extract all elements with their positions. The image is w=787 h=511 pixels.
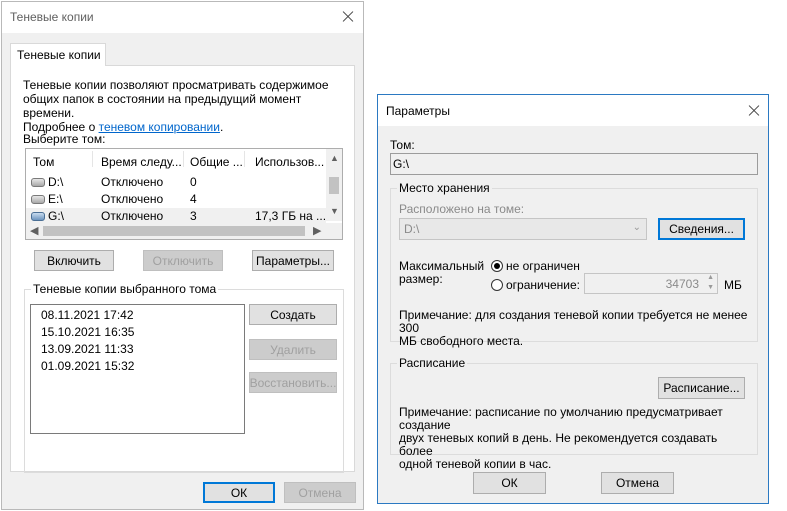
limit-stepper[interactable]: 34703 ▲ ▼ [584,273,718,294]
volume-used: 17,3 ГБ на ... [255,209,327,223]
ok-button[interactable]: ОК [203,482,275,503]
scroll-right-icon[interactable]: ▶ [313,226,321,237]
unlimited-radio[interactable] [491,260,503,272]
scroll-down-icon[interactable]: ▼ [330,207,339,216]
limit-value: 34703 [665,277,699,291]
cancel-button[interactable]: Отмена [601,472,674,494]
volumes-vertical-scrollbar[interactable]: ▲ ▼ [326,149,342,221]
volume-value: G:\ [393,157,410,171]
dialog-title: Теневые копии [10,10,94,24]
enable-button[interactable]: Включить [34,250,114,271]
snapshot-item[interactable]: 08.11.2021 17:42 [41,308,134,322]
column-header-used[interactable]: Использов... [255,155,324,169]
tab-shadow-copies[interactable]: Теневые копии [10,43,106,66]
details-button[interactable]: Сведения... [658,218,745,240]
volume-row[interactable]: D:\ Отключено 0 [26,174,326,190]
title-bar: Параметры [378,95,768,126]
cancel-button[interactable]: Отмена [284,482,356,503]
volumes-horizontal-scrollbar[interactable]: ◀ ▶ [26,223,342,239]
max-size-label: Максимальный размер: [399,259,485,286]
column-separator [92,151,93,167]
scroll-thumb[interactable] [329,177,339,194]
volume-shares: 4 [190,192,197,206]
volume-name: E:\ [48,192,63,206]
snapshots-group-label: Теневые копии выбранного тома [31,282,219,296]
snapshot-item[interactable]: 15.10.2021 16:35 [41,325,134,339]
settings-button[interactable]: Параметры... [252,250,334,271]
create-button[interactable]: Создать [249,304,337,325]
scroll-thumb[interactable] [43,226,305,236]
scroll-up-icon[interactable]: ▲ [330,154,339,163]
ok-button[interactable]: ОК [473,472,546,494]
schedule-button[interactable]: Расписание... [658,377,745,399]
description-text: Теневые копии позволяют просматривать со… [23,78,329,134]
snapshots-list[interactable]: 08.11.2021 17:42 15.10.2021 16:35 13.09.… [30,304,245,434]
snapshot-item[interactable]: 01.09.2021 15:32 [41,359,134,373]
disable-button[interactable]: Отключить [143,250,223,271]
unit-label: МБ [724,278,742,292]
storage-group-label: Место хранения [397,181,492,195]
column-header-shares[interactable]: Общие ... [190,155,243,169]
spin-down-icon[interactable]: ▼ [707,284,714,291]
located-on-value: D:\ [404,222,420,236]
located-on-label: Расположено на томе: [399,202,525,216]
volumes-list[interactable]: Том Время следу... Общие ... Использов..… [25,148,343,240]
delete-button[interactable]: Удалить [249,339,337,360]
volume-next-run: Отключено [101,175,164,189]
limit-radio[interactable] [491,279,503,291]
close-icon[interactable] [332,6,362,28]
title-bar: Теневые копии [2,2,363,33]
tab-label: Теневые копии [17,48,101,62]
dialog-title: Параметры [386,104,450,118]
volume-row[interactable]: E:\ Отключено 4 [26,191,326,207]
column-separator [183,151,184,167]
volume-next-run: Отключено [101,209,164,223]
settings-dialog: Параметры Том: G:\ Место хранения Распол… [377,94,769,504]
volume-shares: 3 [190,209,197,223]
column-header-volume[interactable]: Том [33,155,54,169]
unlimited-option-label[interactable]: не ограничен [506,259,580,273]
schedule-group-label: Расписание [397,356,468,370]
select-volume-label: Выберите том: [23,132,106,146]
volume-shares: 0 [190,175,197,189]
drive-icon [31,195,45,204]
drive-icon [31,178,45,187]
shadow-copy-help-link[interactable]: теневом копировании [99,120,220,134]
snapshot-item[interactable]: 13.09.2021 11:33 [41,342,134,356]
spin-up-icon[interactable]: ▲ [707,274,714,281]
volume-next-run: Отключено [101,192,164,206]
shadow-copies-dialog: Теневые копии Теневые копии Теневые копи… [1,1,364,510]
schedule-note: Примечание: расписание по умолчанию пред… [399,405,723,471]
located-on-select[interactable]: D:\ ⌄ [399,218,647,240]
tab-panel: Теневые копии позволяют просматривать со… [10,65,355,473]
volume-field: G:\ [390,153,758,175]
restore-button[interactable]: Восстановить... [249,372,337,393]
storage-note: Примечание: для создания теневой копии т… [399,308,748,348]
close-icon[interactable] [738,100,768,122]
volume-name: G:\ [48,209,65,223]
limit-option-label[interactable]: ограничение: [506,278,580,292]
drive-icon [31,212,45,221]
volume-row-selected[interactable]: G:\ Отключено 3 17,3 ГБ на ... [26,208,326,224]
column-separator [244,151,245,167]
scroll-left-icon[interactable]: ◀ [30,226,38,237]
column-header-next-run[interactable]: Время следу... [101,155,182,169]
volume-label: Том: [390,138,415,152]
chevron-down-icon: ⌄ [632,222,641,233]
volume-name: D:\ [48,175,64,189]
